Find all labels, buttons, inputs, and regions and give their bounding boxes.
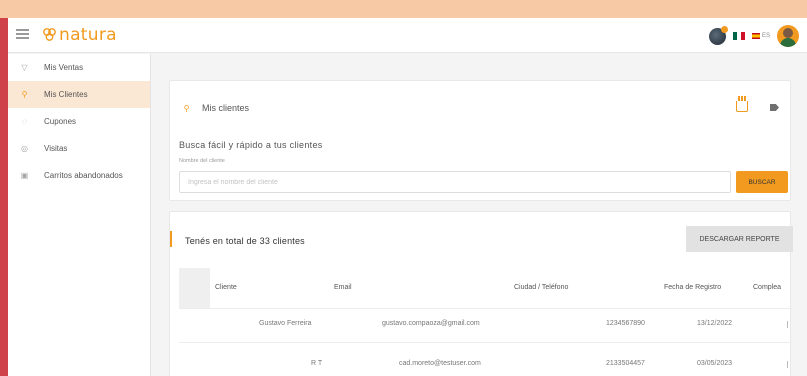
- clients-icon: ⚲: [21, 90, 28, 99]
- cell-email: gustavo.compaoza@gmail.com: [382, 320, 480, 327]
- spain-flag-icon: [751, 33, 760, 39]
- language-code: ES: [761, 33, 770, 39]
- notification-dot: [720, 25, 728, 33]
- cell-client: Gustavo Ferreira: [259, 320, 312, 327]
- total-clients: Tenés en total de 33 clientes: [185, 236, 305, 246]
- globe-icon[interactable]: [708, 25, 728, 45]
- row-marker: [787, 321, 788, 328]
- cell-phone: 2133504457: [606, 360, 645, 367]
- cell-email: cad.moreto@testuser.com: [399, 360, 481, 367]
- cell-registration-date: 13/12/2022: [697, 320, 733, 327]
- download-report-button[interactable]: DESCARGAR REPORTE: [686, 226, 793, 252]
- sidebar-item-label: Carritos abandonados: [44, 171, 123, 180]
- column-header-cumpleanos[interactable]: Complea: [753, 284, 781, 291]
- client-name-label: Nombre del cliente: [179, 158, 225, 164]
- search-button[interactable]: BUSCAR: [736, 171, 788, 193]
- column-header-cliente[interactable]: Cliente: [215, 284, 237, 291]
- top-banner: [0, 0, 807, 18]
- clients-icon: ⚲: [183, 103, 190, 113]
- search-card-title-text: Mis clientes: [202, 103, 250, 113]
- app-window: natura ES ▽ Mis Ventas ⚲ Mis Clientes ◌ …: [8, 18, 807, 376]
- client-search-input[interactable]: [179, 171, 731, 193]
- sidebar-item-label: Cupones: [44, 117, 77, 126]
- sidebar-item-label: Mis Clientes: [44, 90, 88, 99]
- sidebar-item-mis-clientes[interactable]: ⚲ Mis Clientes: [8, 81, 150, 108]
- cart-icon: ▣: [20, 171, 29, 180]
- sidebar-item-carritos-abandonados[interactable]: ▣ Carritos abandonados: [8, 162, 150, 189]
- sidebar-item-cupones[interactable]: ◌ Cupones: [8, 108, 150, 135]
- search-card: ⚲ Mis clientes Busca fácil y rápido a tu…: [169, 80, 791, 201]
- coupon-icon: ◌: [22, 117, 27, 126]
- shopping-bag-icon: ▽: [21, 63, 28, 72]
- brand-name: natura: [59, 25, 117, 45]
- cell-phone: 1234567890: [606, 320, 645, 327]
- search-card-title: ⚲ Mis clientes: [182, 103, 249, 113]
- natura-flower-icon: [43, 28, 56, 41]
- cart-icon[interactable]: [736, 96, 748, 112]
- table-divider: [179, 342, 792, 343]
- natura-logo[interactable]: natura: [42, 24, 117, 46]
- accent-bar: [170, 231, 172, 247]
- main-content: ⚲ Mis clientes Busca fácil y rápido a tu…: [158, 54, 807, 376]
- header-actions: ES: [708, 24, 799, 48]
- table-divider: [179, 308, 792, 309]
- sidebar-item-label: Mis Ventas: [44, 63, 84, 72]
- column-header-ciudad-telefono[interactable]: Ciudad / Teléfono: [514, 284, 568, 291]
- cell-client: R T: [311, 360, 323, 367]
- top-header: natura ES: [8, 18, 807, 53]
- left-edge-strip: [0, 18, 8, 376]
- select-column-header[interactable]: [179, 268, 210, 308]
- results-card: Tenés en total de 33 clientes DESCARGAR …: [169, 211, 793, 376]
- language-selector[interactable]: ES: [751, 33, 770, 39]
- sidebar-item-visitas[interactable]: ◎ Visitas: [8, 135, 150, 162]
- column-header-email[interactable]: Email: [334, 284, 352, 291]
- tag-icon[interactable]: [770, 104, 779, 111]
- mexico-flag-icon[interactable]: [732, 32, 745, 40]
- menu-icon[interactable]: [16, 29, 29, 39]
- sidebar: ▽ Mis Ventas ⚲ Mis Clientes ◌ Cupones ◎ …: [8, 54, 151, 376]
- user-avatar[interactable]: [777, 25, 799, 47]
- sidebar-item-mis-ventas[interactable]: ▽ Mis Ventas: [8, 54, 150, 81]
- cell-registration-date: 03/05/2023: [697, 360, 733, 367]
- eye-icon: ◎: [21, 144, 28, 153]
- sidebar-item-label: Visitas: [44, 144, 68, 153]
- column-header-fecha-registro[interactable]: Fecha de Registro: [664, 284, 721, 291]
- row-marker: [787, 361, 788, 368]
- search-subtitle: Busca fácil y rápido a tus clientes: [179, 140, 323, 150]
